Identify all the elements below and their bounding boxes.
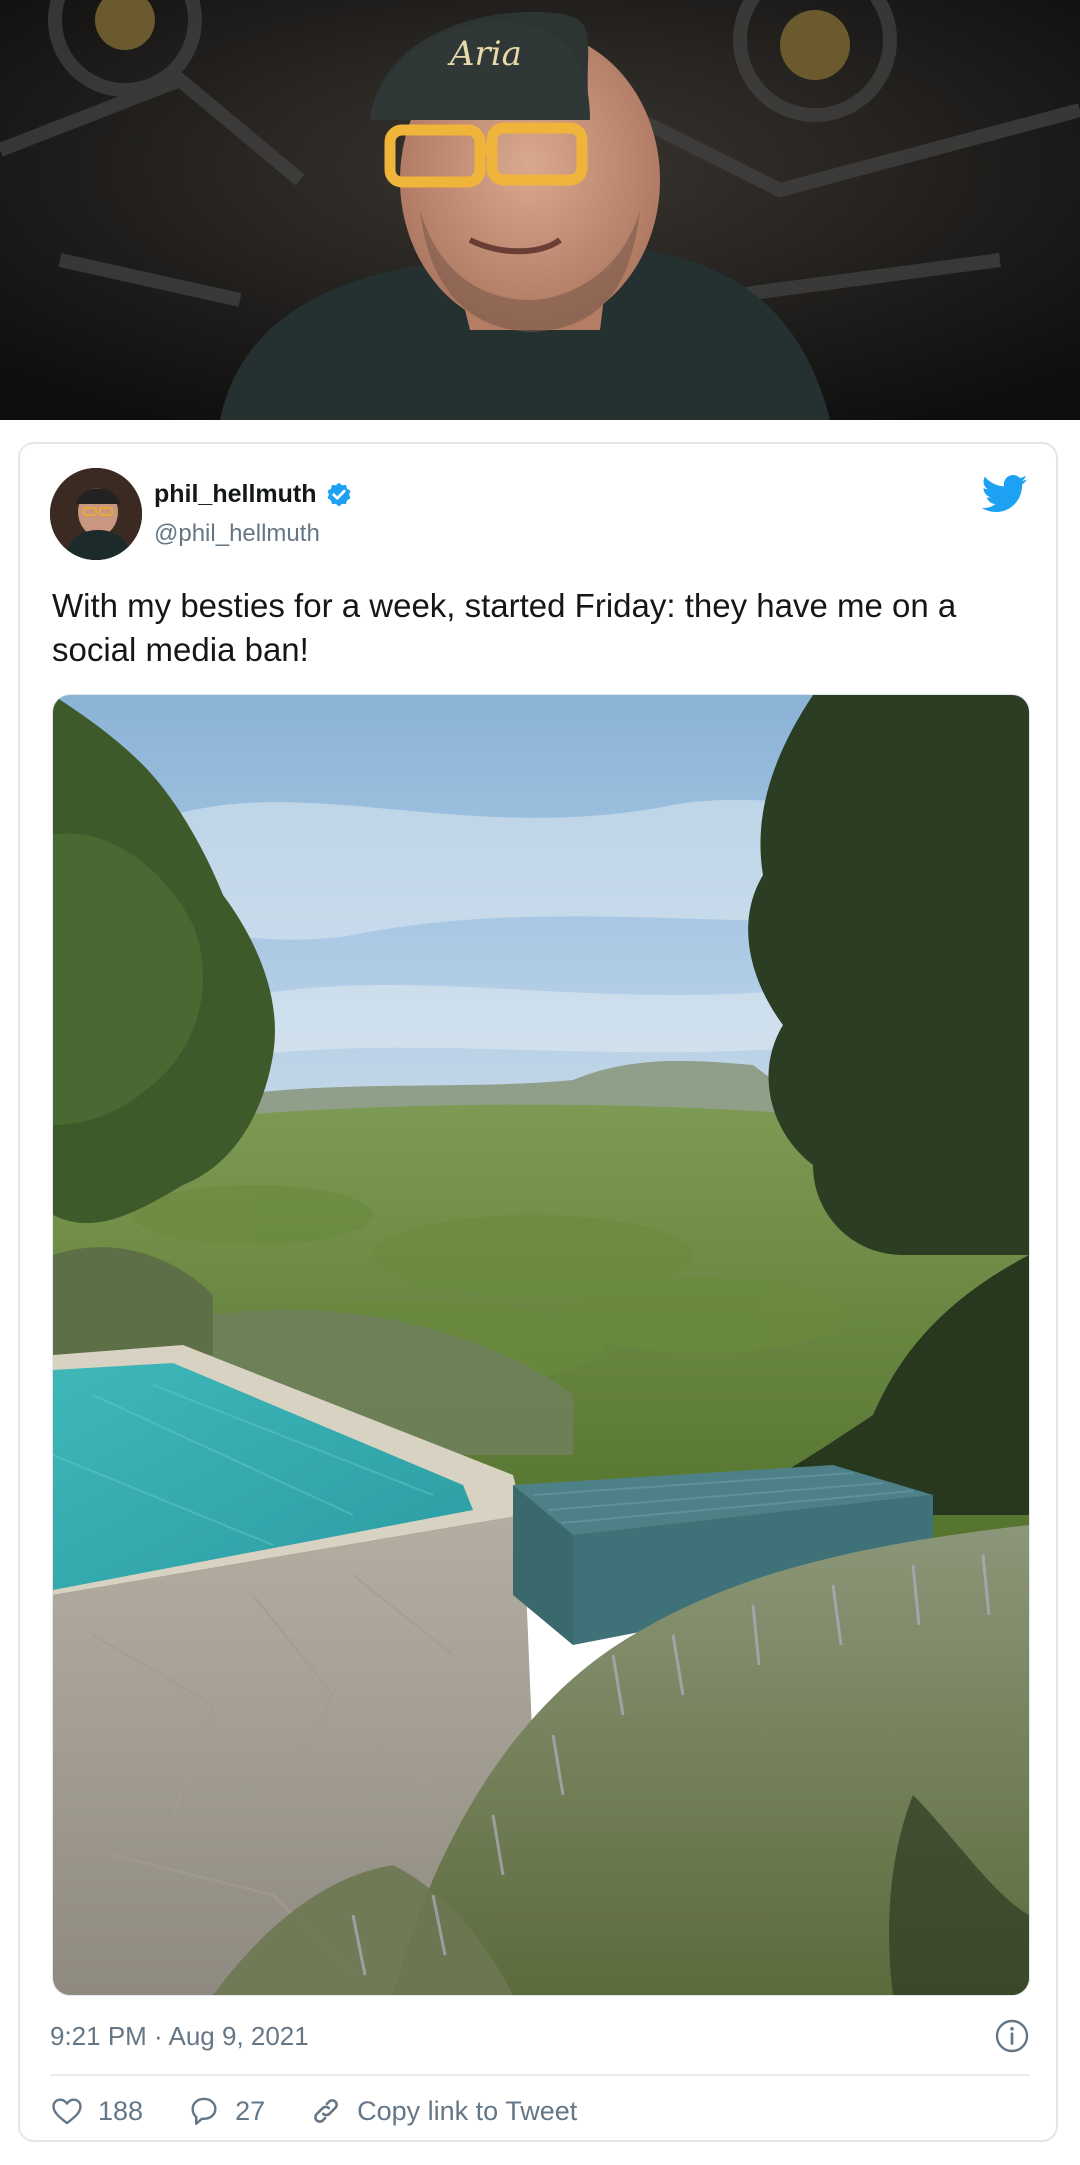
header-photo: Aria (0, 0, 1080, 420)
verified-badge-icon (327, 482, 350, 506)
tweet-media-photo[interactable] (52, 694, 1030, 1996)
heart-icon (52, 2098, 82, 2125)
display-name-text[interactable]: phil_hellmuth (154, 480, 317, 509)
tweet-actions: 188 27 Copy link to Tweet (50, 2088, 621, 2134)
copy-link-label: Copy link to Tweet (357, 2095, 578, 2126)
twitter-bird-icon[interactable] (982, 474, 1028, 514)
divider (50, 2074, 1030, 2076)
avatar-image (50, 468, 142, 560)
reply-count: 27 (235, 2095, 266, 2126)
like-count: 188 (98, 2095, 144, 2126)
tweet-card: phil_hellmuth @phil_hellmuth With my bes… (18, 442, 1058, 2142)
user-handle[interactable]: @phil_hellmuth (154, 520, 320, 548)
cap-logo-text: Aria (447, 34, 522, 74)
tweet-timestamp[interactable]: 9:21 PM · Aug 9, 2021 (50, 2021, 309, 2052)
tweet-photo-illustration (53, 695, 1029, 1995)
display-name[interactable]: phil_hellmuth (154, 480, 353, 509)
like-button[interactable]: 188 (50, 2094, 143, 2128)
info-icon[interactable] (994, 2018, 1030, 2054)
avatar[interactable] (50, 468, 142, 560)
header-photo-illustration: Aria (0, 0, 1080, 420)
copy-link-button[interactable]: Copy link to Tweet (309, 2094, 577, 2128)
reply-button[interactable]: 27 (187, 2094, 265, 2128)
tweet-meta-row: 9:21 PM · Aug 9, 2021 (50, 2014, 1030, 2058)
reply-icon (191, 2097, 217, 2125)
link-icon (314, 2099, 339, 2123)
tweet-text: With my besties for a week, started Frid… (52, 587, 957, 668)
